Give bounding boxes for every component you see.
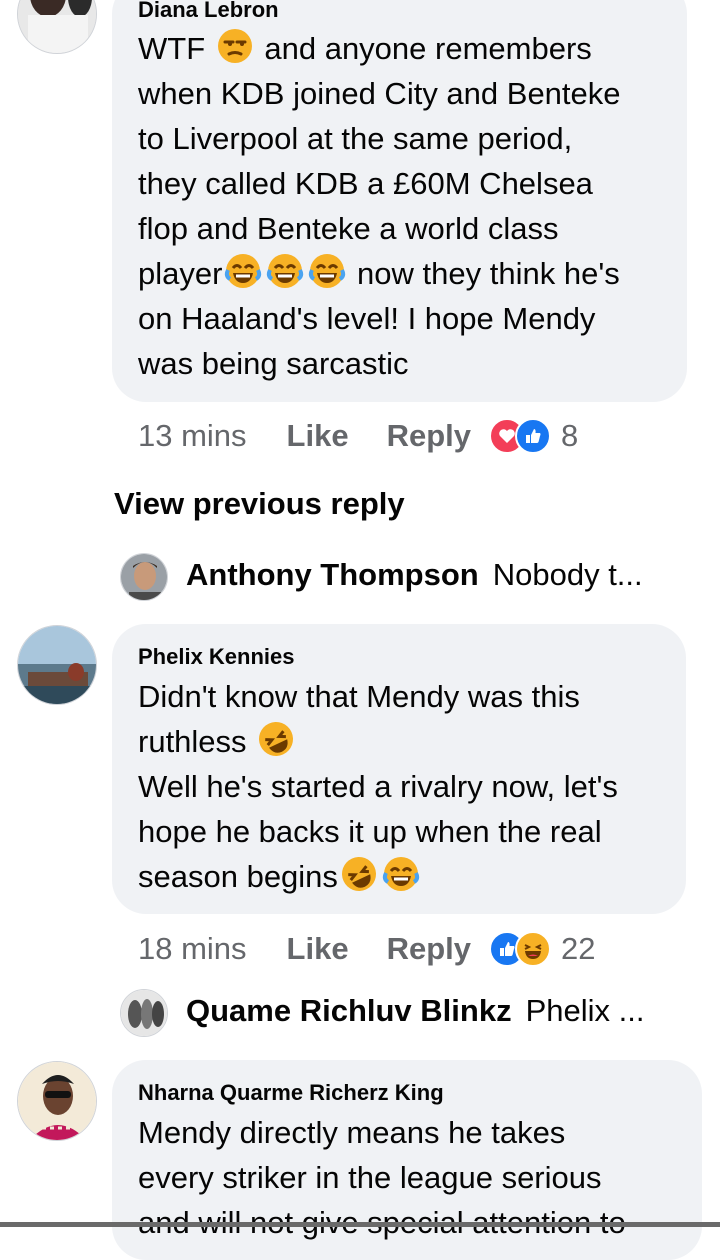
like-button[interactable]: Like [287, 418, 349, 454]
reactions-summary[interactable]: 22 [489, 931, 595, 967]
reaction-count: 8 [561, 418, 579, 453]
avatar-quame-richluv-blinkz[interactable] [120, 989, 168, 1037]
joy-emoji-icon [382, 855, 420, 893]
comment-author[interactable]: Diana Lebron [138, 0, 279, 23]
comment-author[interactable]: Phelix Kennies [138, 644, 295, 670]
view-previous-reply-link[interactable]: View previous reply [114, 486, 405, 522]
reply-preview[interactable]: Quame Richluv Blinkz Phelix ... [186, 993, 644, 1029]
reply-snippet: Phelix ... [525, 993, 645, 1028]
bottom-edge-bar [0, 1222, 720, 1227]
reaction-count: 22 [561, 931, 596, 966]
reply-author[interactable]: Anthony Thompson [186, 557, 479, 593]
comment-text: WTF and anyone remembers when KDB joined… [138, 26, 678, 386]
joy-emoji-icon [224, 252, 262, 290]
reply-button[interactable]: Reply [387, 931, 471, 967]
reply-preview[interactable]: Anthony Thompson Nobody t... [186, 557, 643, 593]
joy-emoji-icon [266, 252, 304, 290]
comment-meta-row: 13 mins Like Reply 8 [138, 414, 578, 458]
avatar-anthony-thompson[interactable] [120, 553, 168, 601]
reply-author[interactable]: Quame Richluv Blinkz [186, 993, 512, 1029]
avatar-diana-lebron[interactable] [17, 0, 97, 54]
joy-emoji-icon [308, 252, 346, 290]
avatar-phelix-kennies[interactable] [17, 625, 97, 705]
haha-reaction-icon [515, 931, 551, 967]
comment-author[interactable]: Nharna Quarme Richerz King [138, 1080, 444, 1106]
reactions-summary[interactable]: 8 [489, 418, 578, 454]
comment-timestamp: 13 mins [138, 418, 247, 453]
like-button[interactable]: Like [287, 931, 349, 967]
avatar-nharna-quarme-richerz-king[interactable] [17, 1061, 97, 1141]
rofl-emoji-icon [257, 720, 295, 758]
comment-meta-row: 18 mins Like Reply 22 [138, 927, 595, 971]
like-reaction-icon [515, 418, 551, 454]
unamused-emoji-icon [216, 27, 254, 65]
reply-button[interactable]: Reply [387, 418, 471, 454]
comment-timestamp: 18 mins [138, 931, 247, 966]
comment-text: Didn't know that Mendy was this ruthless… [138, 674, 678, 899]
rofl-emoji-icon [340, 855, 378, 893]
reply-snippet: Nobody t... [492, 557, 643, 592]
